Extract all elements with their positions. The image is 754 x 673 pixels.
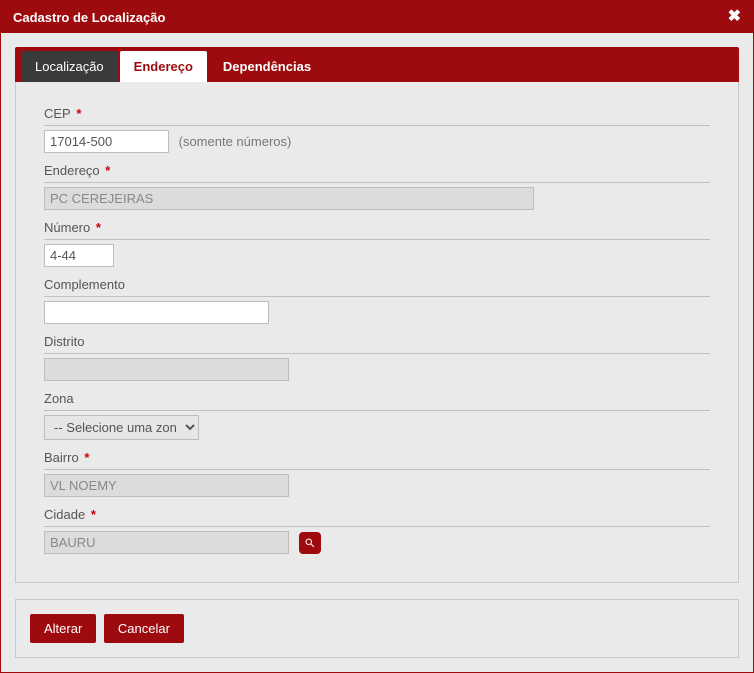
input-cep[interactable] [44,130,169,153]
field-cep: CEP * (somente números) [44,106,710,153]
required-marker: * [96,220,101,235]
label-zona: Zona [44,391,74,406]
required-marker: * [84,450,89,465]
dialog-titlebar: Cadastro de Localização ✖ [1,1,753,33]
cancelar-button[interactable]: Cancelar [104,614,184,643]
dialog-title: Cadastro de Localização [13,10,165,25]
tab-bar: Localização Endereço Dependências [15,47,739,82]
label-complemento: Complemento [44,277,125,292]
tab-endereco[interactable]: Endereço [120,51,207,82]
close-icon[interactable]: ✖ [728,9,741,25]
input-numero[interactable] [44,244,114,267]
dialog-cadastro-localizacao: Cadastro de Localização ✖ Localização En… [0,0,754,673]
input-cidade [44,531,289,554]
dialog-body: Localização Endereço Dependências CEP * … [1,33,753,672]
label-distrito: Distrito [44,334,84,349]
search-icon [304,537,316,549]
tab-dependencias[interactable]: Dependências [209,51,325,82]
select-zona[interactable]: -- Selecione uma zona -- [44,415,199,440]
required-marker: * [91,507,96,522]
input-bairro [44,474,289,497]
search-cidade-button[interactable] [299,532,321,554]
label-cidade: Cidade [44,507,85,522]
required-marker: * [105,163,110,178]
form-panel: CEP * (somente números) Endereço * Núm [15,82,739,583]
action-panel: Alterar Cancelar [15,599,739,658]
tab-localizacao[interactable]: Localização [21,51,118,82]
field-cidade: Cidade * [44,507,710,554]
label-endereco: Endereço [44,163,100,178]
field-zona: Zona -- Selecione uma zona -- [44,391,710,440]
input-endereco [44,187,534,210]
input-complemento[interactable] [44,301,269,324]
field-numero: Número * [44,220,710,267]
hint-cep: (somente números) [179,134,292,149]
alterar-button[interactable]: Alterar [30,614,96,643]
field-bairro: Bairro * [44,450,710,497]
required-marker: * [76,106,81,121]
field-distrito: Distrito [44,334,710,381]
field-complemento: Complemento [44,277,710,324]
label-cep: CEP [44,106,71,121]
label-numero: Número [44,220,90,235]
input-distrito [44,358,289,381]
label-bairro: Bairro [44,450,79,465]
field-endereco: Endereço * [44,163,710,210]
